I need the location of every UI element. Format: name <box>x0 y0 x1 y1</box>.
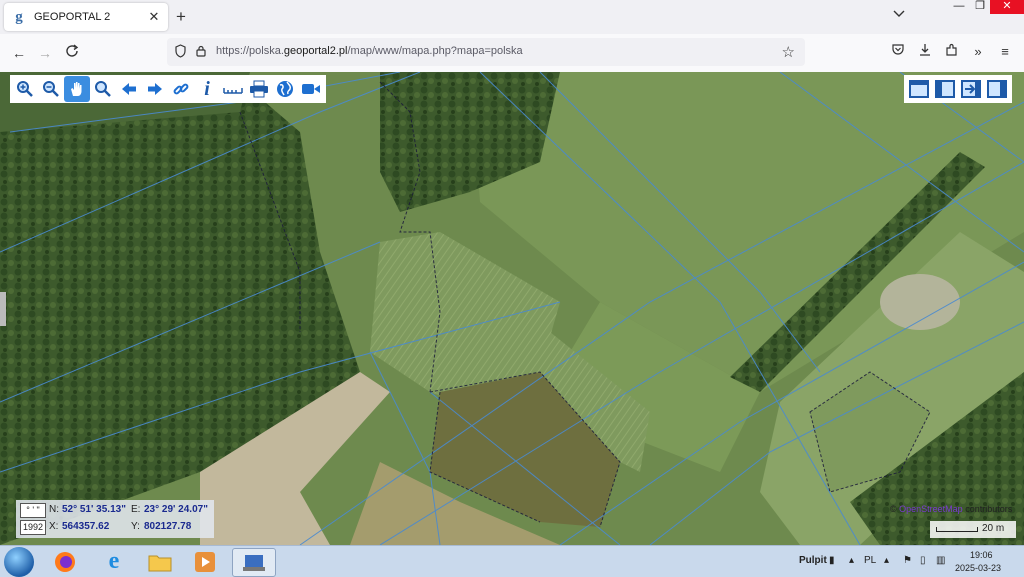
orthophoto-map[interactable] <box>0 72 1024 545</box>
tray-expand-icon[interactable]: ▴ <box>884 555 889 566</box>
url-path: /map/www/mapa.php?mapa=polska <box>347 45 523 57</box>
clock-time[interactable]: 19:06 <box>970 550 993 560</box>
url-text[interactable]: https://polska.geoportal2.pl/map/www/map… <box>216 45 523 57</box>
tray-overflow-icon[interactable]: ▴ <box>849 555 854 566</box>
x-label: X: <box>49 521 59 532</box>
geoportal-favicon-icon: g <box>15 9 23 25</box>
network-flag-icon[interactable]: ▮ <box>829 555 835 566</box>
lock-icon[interactable] <box>196 45 206 57</box>
tab-bar: g GEOPORTAL 2 ✕ + — ❐ ✕ <box>0 0 1024 34</box>
openstreetmap-link[interactable]: OpenStreetMap <box>899 504 963 514</box>
back-icon[interactable]: ← <box>10 44 28 62</box>
side-panel-handle[interactable] <box>0 292 6 326</box>
url-domain: geoportal2.pl <box>283 45 348 57</box>
print-icon[interactable] <box>246 76 272 102</box>
start-button[interactable] <box>4 547 34 577</box>
active-app-taskbar-icon[interactable] <box>232 548 276 577</box>
x-value: 564357.62 <box>62 521 110 532</box>
panel-export-icon[interactable] <box>958 76 984 102</box>
tab-title: GEOPORTAL 2 <box>34 11 111 23</box>
tab-geoportal[interactable]: g GEOPORTAL 2 ✕ <box>4 3 168 31</box>
overflow-menu-icon[interactable]: » <box>969 43 987 61</box>
clock-date[interactable]: 2025-03-23 <box>955 563 1001 573</box>
scale-label: 20 m <box>982 523 1005 534</box>
zoom-box-icon[interactable] <box>90 76 116 102</box>
coordinate-system-button[interactable]: 1992 <box>20 520 46 535</box>
e-value: 23° 29' 24.07" <box>144 504 208 515</box>
navigation-bar: ← → https://polska.geoportal2.pl/map/www… <box>0 34 1024 73</box>
network-icon[interactable]: ▥ <box>936 555 945 566</box>
panel-full-icon[interactable] <box>906 76 932 102</box>
n-label: N: <box>49 504 59 515</box>
window-close-button[interactable]: ✕ <box>990 0 1024 14</box>
attribution-suffix: contributors <box>965 504 1013 514</box>
n-value: 52° 51' 35.13" <box>62 504 126 515</box>
attribution-copyright: © <box>890 504 897 514</box>
extensions-icon[interactable] <box>943 43 961 61</box>
panel-toolbar <box>904 75 1012 103</box>
taskbar: e Pulpit ▮ ▴ PL ▴ ⚑ ▯ ▥ 19:06 2025-03-23 <box>0 545 1024 577</box>
globe-icon[interactable] <box>272 76 298 102</box>
tracking-protection-shield-icon[interactable] <box>175 44 186 58</box>
info-icon[interactable]: i <box>194 76 220 102</box>
pocket-icon[interactable] <box>889 43 907 61</box>
coordinates-panel: ° ' " 1992 N: 52° 51' 35.13" E: 23° 29' … <box>16 500 214 538</box>
language-indicator[interactable]: PL <box>864 555 876 566</box>
map-toolbar: i <box>10 75 326 103</box>
zoom-in-icon[interactable] <box>12 76 38 102</box>
scale-line <box>936 527 978 532</box>
battery-icon[interactable]: ▯ <box>920 555 926 566</box>
forward-icon[interactable]: → <box>36 44 54 62</box>
tab-close-icon[interactable]: ✕ <box>146 9 162 25</box>
video-icon[interactable] <box>298 76 324 102</box>
url-prefix: https://polska. <box>216 45 284 57</box>
action-center-flag-icon[interactable]: ⚑ <box>903 555 912 566</box>
list-all-tabs-icon[interactable] <box>893 7 905 21</box>
map-view[interactable]: i ° ' " 1992 N: 52° 51' 35.13" E: 23° 29… <box>0 72 1024 545</box>
scale-bar: 20 m <box>930 521 1016 538</box>
media-player-taskbar-icon[interactable] <box>186 548 224 575</box>
y-value: 802127.78 <box>144 521 192 532</box>
zoom-out-icon[interactable] <box>38 76 64 102</box>
file-explorer-taskbar-icon[interactable] <box>141 548 179 575</box>
address-bar[interactable]: https://polska.geoportal2.pl/map/www/map… <box>167 38 805 66</box>
forward-arrow-icon[interactable] <box>142 76 168 102</box>
app-menu-icon[interactable]: ≡ <box>996 43 1014 61</box>
pan-hand-icon[interactable] <box>64 76 90 102</box>
new-tab-button[interactable]: + <box>176 8 186 26</box>
back-arrow-icon[interactable] <box>116 76 142 102</box>
link-icon[interactable] <box>168 76 194 102</box>
y-label: Y: <box>131 521 140 532</box>
panel-left-icon[interactable] <box>932 76 958 102</box>
desktop-toolbar-label[interactable]: Pulpit <box>799 555 827 566</box>
coordinate-format-button[interactable]: ° ' " <box>20 503 46 518</box>
reload-icon[interactable] <box>63 44 81 62</box>
map-attribution: © OpenStreetMap contributors <box>890 504 1012 514</box>
downloads-icon[interactable] <box>916 43 934 61</box>
bookmark-star-icon[interactable]: ☆ <box>782 43 795 61</box>
firefox-taskbar-icon[interactable] <box>46 548 84 575</box>
panel-right-icon[interactable] <box>984 76 1010 102</box>
e-label: E: <box>131 504 141 515</box>
internet-explorer-taskbar-icon[interactable]: e <box>95 548 133 575</box>
measure-icon[interactable] <box>220 76 246 102</box>
